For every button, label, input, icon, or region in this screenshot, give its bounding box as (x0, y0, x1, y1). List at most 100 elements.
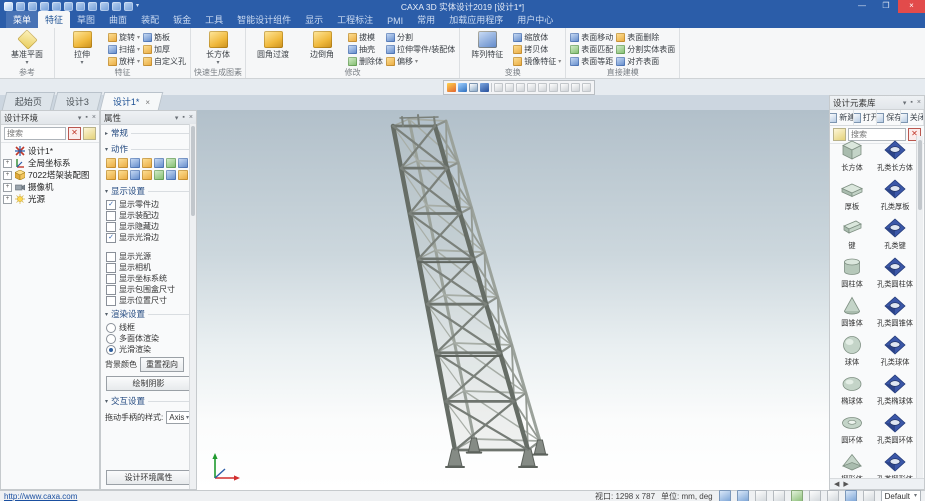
render-mode-icon[interactable] (809, 490, 821, 501)
render-option[interactable]: 多面体渲染 (101, 333, 196, 344)
offset-button[interactable]: 偏移▾ (386, 56, 455, 67)
doc-tab-close-icon[interactable]: × (145, 98, 150, 107)
render-option[interactable]: 光滑渲染 (101, 344, 196, 355)
align-face-button[interactable]: 对齐表面 (616, 56, 675, 67)
checkbox[interactable] (106, 222, 116, 232)
action-icon[interactable] (106, 170, 116, 180)
pager-right-icon[interactable]: ▶ (843, 480, 848, 488)
library-item[interactable]: 孔类圆环体 (874, 409, 917, 448)
redo-icon[interactable] (100, 2, 109, 11)
checkbox[interactable] (106, 263, 116, 273)
draft-button[interactable]: 拔模 (348, 32, 383, 43)
tab-assembly[interactable]: 装配 (134, 11, 166, 28)
display-option[interactable]: 显示位置尺寸 (101, 295, 196, 306)
section-actions[interactable]: ▾ 动作 (101, 141, 196, 157)
qat-dropdown-icon[interactable]: ▾ (136, 2, 142, 11)
action-icon[interactable] (118, 170, 128, 180)
library-item[interactable]: 长方体 (831, 136, 874, 175)
app-logo-icon[interactable] (4, 2, 13, 11)
new-icon[interactable] (16, 2, 25, 11)
doc-tab-design3[interactable]: 设计3 (53, 92, 103, 110)
expand-icon[interactable]: + (3, 183, 12, 192)
tab-feature[interactable]: 特征 (38, 11, 70, 28)
pan-icon[interactable] (773, 490, 785, 501)
delete-face-button[interactable]: 表面删除 (616, 32, 675, 43)
tree-item-camera[interactable]: + 摄像机 (3, 182, 97, 192)
action-icon[interactable] (178, 158, 188, 168)
caxa-link[interactable]: http://www.caxa.com (4, 492, 77, 501)
thicken-button[interactable]: 加厚 (143, 44, 186, 55)
tab-user-center[interactable]: 用户中心 (510, 11, 560, 28)
tab-surface[interactable]: 曲面 (102, 11, 134, 28)
doc-tab-design1[interactable]: 设计1*× (100, 92, 164, 110)
action-icon[interactable] (142, 170, 152, 180)
loft-button[interactable]: 放样▾ (108, 56, 140, 67)
panel-dropdown-icon[interactable]: ▾ (78, 114, 82, 122)
render-option[interactable]: 线框 (101, 322, 196, 333)
snap-icon[interactable] (538, 83, 547, 92)
rotate-view-icon[interactable] (791, 490, 803, 501)
zoom-fit-icon[interactable] (755, 490, 767, 501)
chamfer-button[interactable]: 边倒角 (299, 30, 345, 68)
display-option[interactable]: 显示相机 (101, 262, 196, 273)
scene-icon[interactable] (447, 83, 456, 92)
checkbox[interactable] (106, 252, 116, 262)
profile-select[interactable]: Default ▾ (881, 490, 921, 501)
expand-icon[interactable]: + (3, 159, 12, 168)
copy-body-button[interactable]: 拷贝体 (513, 44, 561, 55)
tree-item-light[interactable]: + 光源 (3, 194, 97, 204)
library-item[interactable]: 厚板 (831, 175, 874, 214)
library-item[interactable]: 孔类椭球体 (874, 370, 917, 409)
library-item[interactable]: 键 (831, 214, 874, 253)
action-icon[interactable] (166, 170, 176, 180)
sweep-button[interactable]: 扫描▾ (108, 44, 140, 55)
close-button[interactable]: × (898, 0, 925, 13)
action-icon[interactable] (130, 170, 140, 180)
radio[interactable] (106, 323, 116, 333)
library-item[interactable]: 孔类长方体 (874, 136, 917, 175)
library-item[interactable]: 孔类圆锥体 (874, 292, 917, 331)
action-icon[interactable] (118, 158, 128, 168)
checkbox[interactable] (106, 296, 116, 306)
action-icon[interactable] (154, 170, 164, 180)
grid-toggle-icon[interactable] (863, 490, 875, 501)
tab-menu[interactable]: 菜单 (6, 11, 38, 28)
tab-common[interactable]: 常用 (410, 11, 442, 28)
library-new-button[interactable]: 新建 (830, 110, 854, 125)
action-icon[interactable] (154, 158, 164, 168)
library-item[interactable]: 圆锥体 (831, 292, 874, 331)
filter-icon[interactable] (83, 127, 96, 140)
checkbox[interactable] (106, 274, 116, 284)
library-item[interactable]: 孔类球体 (874, 331, 917, 370)
library-item[interactable]: 孔类圆柱体 (874, 253, 917, 292)
library-scrollbar[interactable] (916, 136, 923, 479)
properties-scrollbar[interactable] (189, 124, 196, 489)
checkbox[interactable] (106, 200, 116, 210)
library-save-button[interactable]: 保存 (877, 110, 901, 125)
panel-pin-icon[interactable]: ▪ (85, 114, 87, 121)
panel-close-icon[interactable]: × (92, 114, 96, 121)
tab-display[interactable]: 显示 (298, 11, 330, 28)
tab-sheetmetal[interactable]: 钣金 (166, 11, 198, 28)
match-face-button[interactable]: 表面匹配 (570, 44, 613, 55)
action-icon[interactable] (178, 170, 188, 180)
save-icon[interactable] (52, 2, 61, 11)
section-display-settings[interactable]: ▾ 显示设置 (101, 183, 196, 199)
reset-view-button[interactable]: 重置视向 (140, 357, 184, 372)
action-icon[interactable] (142, 158, 152, 168)
redo-gray-icon[interactable] (505, 83, 514, 92)
pattern-feature-button[interactable]: 阵列特征 (464, 30, 510, 68)
viewport-3d[interactable] (197, 110, 829, 490)
display-option[interactable]: 显示装配边 (101, 210, 196, 221)
notify-icon[interactable] (112, 2, 121, 11)
library-item[interactable]: 椭球体 (831, 370, 874, 409)
display-option[interactable]: 显示包围盒尺寸 (101, 284, 196, 295)
shell-button[interactable]: 抽壳 (348, 44, 383, 55)
grid-icon[interactable] (549, 83, 558, 92)
undo-gray-icon[interactable] (494, 83, 503, 92)
section-general[interactable]: ▸ 常规 (101, 125, 196, 141)
library-item[interactable]: 楔形体 (831, 448, 874, 479)
zoom-in-icon[interactable] (719, 490, 731, 501)
tab-pmi[interactable]: PMI (380, 14, 410, 28)
open-icon[interactable] (28, 2, 37, 11)
